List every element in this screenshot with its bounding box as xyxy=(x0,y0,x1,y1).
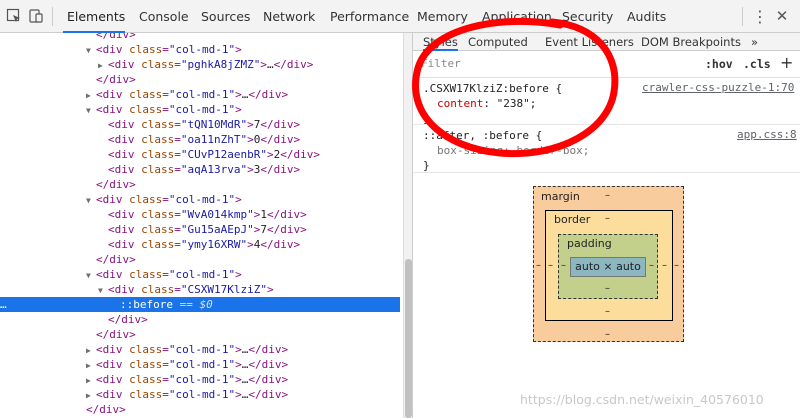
border-bottom-value[interactable]: – xyxy=(605,306,610,317)
styles-filter-bar: Filter :hov .cls + xyxy=(413,52,800,78)
dom-node-col[interactable]: ▶ <div class="col-md-1">…</div> xyxy=(0,372,400,387)
expanded-triangle-icon[interactable]: ▼ xyxy=(98,283,108,298)
margin-label: margin xyxy=(541,190,580,203)
tab-dom-breakpoints[interactable]: DOM Breakpoints xyxy=(641,33,741,51)
dom-node-close[interactable]: </div> xyxy=(0,72,400,87)
dom-node-before-selected[interactable]: …::before == $0 xyxy=(0,297,400,312)
border-left-value[interactable]: – xyxy=(548,260,553,271)
sidebar-tabbar: Styles Computed Event Listeners DOM Brea… xyxy=(413,33,800,51)
tab-console[interactable]: Console xyxy=(139,0,189,33)
border-right-value[interactable]: – xyxy=(662,260,667,271)
rule-source-link[interactable]: app.css:8 xyxy=(737,128,797,141)
dom-node-leaf[interactable]: <div class="CUvP12aenbR">2</div> xyxy=(0,147,400,162)
dom-node-leaf[interactable]: <div class="Gu15aAEpJ">7</div> xyxy=(0,222,400,237)
dom-node-col[interactable]: ▶ <div class="col-md-1">…</div> xyxy=(0,387,400,402)
more-tabs-icon[interactable]: » xyxy=(751,33,758,51)
collapsed-triangle-icon[interactable]: ▶ xyxy=(86,388,96,403)
dom-tree-panel: </div> ▼ <div class="col-md-1"> ▶ <div cla… xyxy=(0,33,403,418)
padding-label: padding xyxy=(567,237,612,250)
dom-node-col[interactable]: ▼ <div class="col-md-1"> xyxy=(0,192,400,207)
rule-selector[interactable]: .CSXW17KlziZ:before { xyxy=(423,82,562,95)
toolbar-divider xyxy=(52,7,53,26)
collapsed-triangle-icon[interactable]: ▶ xyxy=(86,373,96,388)
inspect-element-icon[interactable] xyxy=(6,8,22,24)
dom-node-leaf[interactable]: <div class="oa11nZhT">0</div> xyxy=(0,132,400,147)
rule-selector[interactable]: ::after, :before { xyxy=(423,129,542,142)
close-devtools-icon[interactable]: ✕ xyxy=(771,0,793,33)
rule-source-link[interactable]: crawler-css-puzzle-1:70 xyxy=(642,81,794,94)
dom-node-leaf[interactable]: <div class="aqA13rva">3</div> xyxy=(0,162,400,177)
dom-node-close[interactable]: </div> xyxy=(0,252,400,267)
style-rule-universal: ::after, :before { app.css:8 box-sizing:… xyxy=(413,127,800,173)
devtools-tabbar: Elements Console Sources Network Perform… xyxy=(0,0,800,33)
tab-computed[interactable]: Computed xyxy=(468,33,528,51)
scrollbar-thumb[interactable] xyxy=(405,259,412,418)
dom-node-leaf[interactable]: <div class="tQN10MdR">7</div> xyxy=(0,117,400,132)
style-rule-before: .CSXW17KlziZ:before { crawler-css-puzzle… xyxy=(413,80,800,125)
collapsed-triangle-icon[interactable]: ▶ xyxy=(86,88,96,103)
margin-left-value[interactable]: – xyxy=(536,260,541,271)
padding-left-value[interactable]: – xyxy=(561,260,566,271)
collapsed-triangle-icon[interactable]: ▶ xyxy=(98,58,108,73)
box-model-content[interactable]: auto × auto xyxy=(570,257,646,277)
dom-node-collapsed[interactable]: ▶ <div class="pghkA8jZMZ">…</div> xyxy=(0,57,400,72)
dom-node-col[interactable]: ▶ <div class="col-md-1">…</div> xyxy=(0,87,400,102)
dom-node-leaf[interactable]: <div class="ymy16XRW">4</div> xyxy=(0,237,400,252)
padding-bottom-value[interactable]: – xyxy=(605,283,610,294)
tab-audits[interactable]: Audits xyxy=(627,0,666,33)
new-style-rule-icon[interactable]: + xyxy=(780,53,793,72)
dom-node-col[interactable]: ▼ <div class="col-md-1"> xyxy=(0,42,400,57)
watermark-text: https://blog.csdn.net/weixin_40576010 xyxy=(520,392,764,407)
padding-right-value[interactable]: – xyxy=(649,260,654,271)
dom-node-close[interactable]: </div> xyxy=(0,33,400,42)
tab-security[interactable]: Security xyxy=(562,0,613,33)
collapsed-triangle-icon[interactable]: ▶ xyxy=(86,343,96,358)
dom-node-close[interactable]: </div> xyxy=(0,177,400,192)
tab-application[interactable]: Application xyxy=(482,0,552,33)
dom-node-col[interactable]: ▼ <div class="col-md-1"> xyxy=(0,102,400,117)
dom-node-col[interactable]: ▶ <div class="col-md-1">…</div> xyxy=(0,342,400,357)
rule-property[interactable]: box-sizing xyxy=(437,144,503,157)
border-top-value[interactable]: – xyxy=(605,213,610,224)
expanded-triangle-icon[interactable]: ▼ xyxy=(86,193,96,208)
tag-text: </div> xyxy=(96,33,136,41)
dom-node-col[interactable]: ▼ <div class="col-md-1"> xyxy=(0,267,400,282)
tab-performance[interactable]: Performance xyxy=(330,0,409,33)
toolbar-divider xyxy=(742,7,743,26)
expanded-triangle-icon[interactable]: ▼ xyxy=(86,103,96,118)
device-toolbar-icon[interactable] xyxy=(28,8,44,24)
margin-bottom-value[interactable]: – xyxy=(605,329,610,340)
tab-sources[interactable]: Sources xyxy=(201,0,250,33)
filter-input[interactable]: Filter xyxy=(421,57,461,70)
tab-network[interactable]: Network xyxy=(263,0,315,33)
margin-right-value[interactable]: – xyxy=(674,260,679,271)
rule-value[interactable]: "238"; xyxy=(497,97,537,110)
dom-node-csxw[interactable]: ▼ <div class="CSXW17KlziZ"> xyxy=(0,282,400,297)
tab-styles[interactable]: Styles xyxy=(423,33,458,51)
more-options-icon[interactable]: ⋮ xyxy=(752,0,768,33)
class-toggle[interactable]: .cls xyxy=(743,57,771,71)
dom-node-close[interactable]: </div> xyxy=(0,312,400,327)
expanded-triangle-icon[interactable]: ▼ xyxy=(86,268,96,283)
collapsed-triangle-icon[interactable]: ▶ xyxy=(86,358,96,373)
rule-property[interactable]: content xyxy=(437,97,483,110)
tab-elements[interactable]: Elements xyxy=(63,0,125,33)
dom-node-leaf[interactable]: <div class="WvA014kmp">1</div> xyxy=(0,207,400,222)
tab-event-listeners[interactable]: Event Listeners xyxy=(545,33,634,51)
dom-node-close[interactable]: </div> xyxy=(0,402,400,417)
hover-state-toggle[interactable]: :hov xyxy=(705,57,733,71)
margin-top-value[interactable]: – xyxy=(605,190,610,201)
rule-value[interactable]: border-box; xyxy=(516,144,589,157)
dom-scrollbar[interactable] xyxy=(403,33,412,418)
selected-node-ellipsis: … xyxy=(0,298,7,311)
border-label: border xyxy=(554,213,591,226)
dom-node-col[interactable]: ▶ <div class="col-md-1">…</div> xyxy=(0,357,400,372)
expanded-triangle-icon[interactable]: ▼ xyxy=(86,43,96,58)
dom-node-close[interactable]: </div> xyxy=(0,327,400,342)
tab-memory[interactable]: Memory xyxy=(417,0,468,33)
